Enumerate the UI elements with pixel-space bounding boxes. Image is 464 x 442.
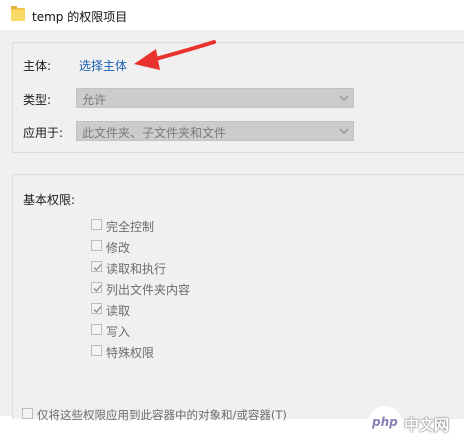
type-label: 类型: (23, 93, 52, 107)
chevron-down-icon (339, 95, 349, 101)
check-icon (93, 306, 102, 313)
checkbox[interactable] (91, 303, 102, 314)
window-title: temp 的权限项目 (32, 10, 128, 24)
checkbox[interactable] (91, 324, 102, 335)
checkbox[interactable] (91, 240, 102, 251)
chevron-down-icon (339, 128, 349, 134)
principal-group: 主体: 选择主体 类型: 允许 应用于: 此文件夹、子文件夹和文件 (12, 42, 464, 153)
permission-label: 读取和执行 (106, 262, 167, 276)
select-principal-link[interactable]: 选择主体 (79, 57, 127, 74)
check-icon (93, 264, 102, 271)
checkbox[interactable] (91, 345, 102, 356)
php-cn-watermark: php 中文网 (368, 404, 460, 442)
basic-permissions-heading: 基本权限: (23, 193, 76, 207)
dialog-content: 主体: 选择主体 类型: 允许 应用于: 此文件夹、子文件夹和文件 基本权限: … (0, 30, 464, 440)
applies-to-select[interactable]: 此文件夹、子文件夹和文件 (76, 121, 354, 141)
permission-label: 列出文件夹内容 (106, 283, 191, 297)
checkbox[interactable] (91, 282, 102, 293)
permission-label: 读取 (106, 304, 131, 318)
basic-permissions-group: 基本权限: 完全控制 修改 读取和执行 列出文件夹内容 读取 写入 特殊权限 仅… (12, 174, 464, 422)
permission-label: 修改 (106, 241, 131, 255)
folder-icon (11, 6, 25, 21)
permission-label: 写入 (106, 325, 131, 339)
type-select-value: 允许 (82, 93, 107, 107)
watermark-logo-text: php (372, 415, 398, 429)
watermark-site-text: 中文网 (404, 416, 450, 434)
principal-label: 主体: (23, 59, 52, 73)
permission-label: 完全控制 (106, 220, 155, 234)
permission-label: 特殊权限 (106, 346, 155, 360)
applies-to-select-value: 此文件夹、子文件夹和文件 (82, 126, 227, 140)
applies-to-label: 应用于: (23, 126, 64, 140)
type-select[interactable]: 允许 (76, 88, 354, 108)
check-icon (93, 285, 102, 292)
apply-only-label: 仅将这些权限应用到此容器中的对象和/或容器(T) (37, 408, 287, 422)
title-bar: temp 的权限项目 (0, 0, 464, 30)
checkbox[interactable] (22, 408, 33, 419)
checkbox[interactable] (91, 219, 102, 230)
checkbox[interactable] (91, 261, 102, 272)
